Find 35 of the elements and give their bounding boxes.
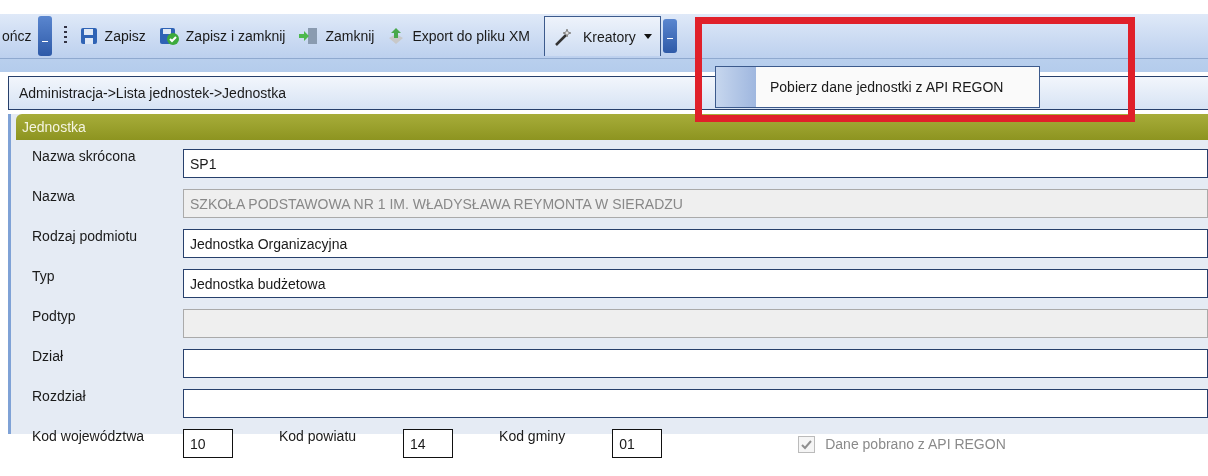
input-field[interactable]: 14 — [403, 428, 454, 458]
field-label: Dział — [31, 348, 65, 364]
floppy-check-icon — [157, 26, 180, 46]
toolbar-overflow-button[interactable] — [37, 16, 52, 56]
toolbar-label: ończ — [1, 28, 33, 44]
menu-gutter — [716, 67, 756, 107]
dropdown-button[interactable]: Kreatory — [543, 16, 661, 56]
input-field[interactable]: SP1 — [183, 148, 1208, 178]
field-label: Kod gminy — [498, 428, 567, 444]
field-label: Nazwa — [31, 188, 76, 204]
door-arrow-icon — [297, 26, 320, 46]
toolbar-grip[interactable] — [63, 26, 67, 46]
breadcrumb: Administracja->Lista jednostek->Jednostka — [18, 84, 287, 103]
input-field[interactable] — [183, 388, 1208, 418]
checkmark-icon — [801, 438, 813, 450]
input-field[interactable]: Jednostka budżetowa — [183, 268, 1208, 298]
field-label: Rozdział — [31, 388, 87, 404]
field-label: Kod województwa — [31, 428, 146, 444]
toolbar-button[interactable]: Zamknij — [291, 21, 381, 51]
input-field[interactable]: 10 — [183, 428, 233, 458]
input-field[interactable] — [183, 348, 1208, 378]
input-field[interactable]: Jednostka Organizacyjna — [183, 228, 1208, 258]
toolbar-button[interactable]: Export do pliku XM — [380, 21, 536, 51]
panel-header: Jednostka — [16, 114, 1208, 140]
field-label: Rodzaj podmiotu — [31, 228, 139, 244]
toolbar-overflow-button[interactable] — [662, 19, 677, 53]
field-label: Podtyp — [31, 308, 77, 324]
checkbox-label: Dane pobrano z API REGON — [825, 436, 1006, 452]
field-label: Kod powiatu — [278, 428, 358, 444]
field-label: Typ — [31, 268, 56, 284]
field-label: Nazwa skrócona — [31, 148, 137, 164]
input-field[interactable]: 01 — [612, 428, 663, 458]
menu-item[interactable]: Pobierz dane jednostki z API REGON — [756, 67, 1010, 107]
toolbar-button[interactable]: Zapisz — [72, 21, 152, 51]
toolbar-button[interactable]: Zapisz i zamknij — [151, 21, 292, 51]
